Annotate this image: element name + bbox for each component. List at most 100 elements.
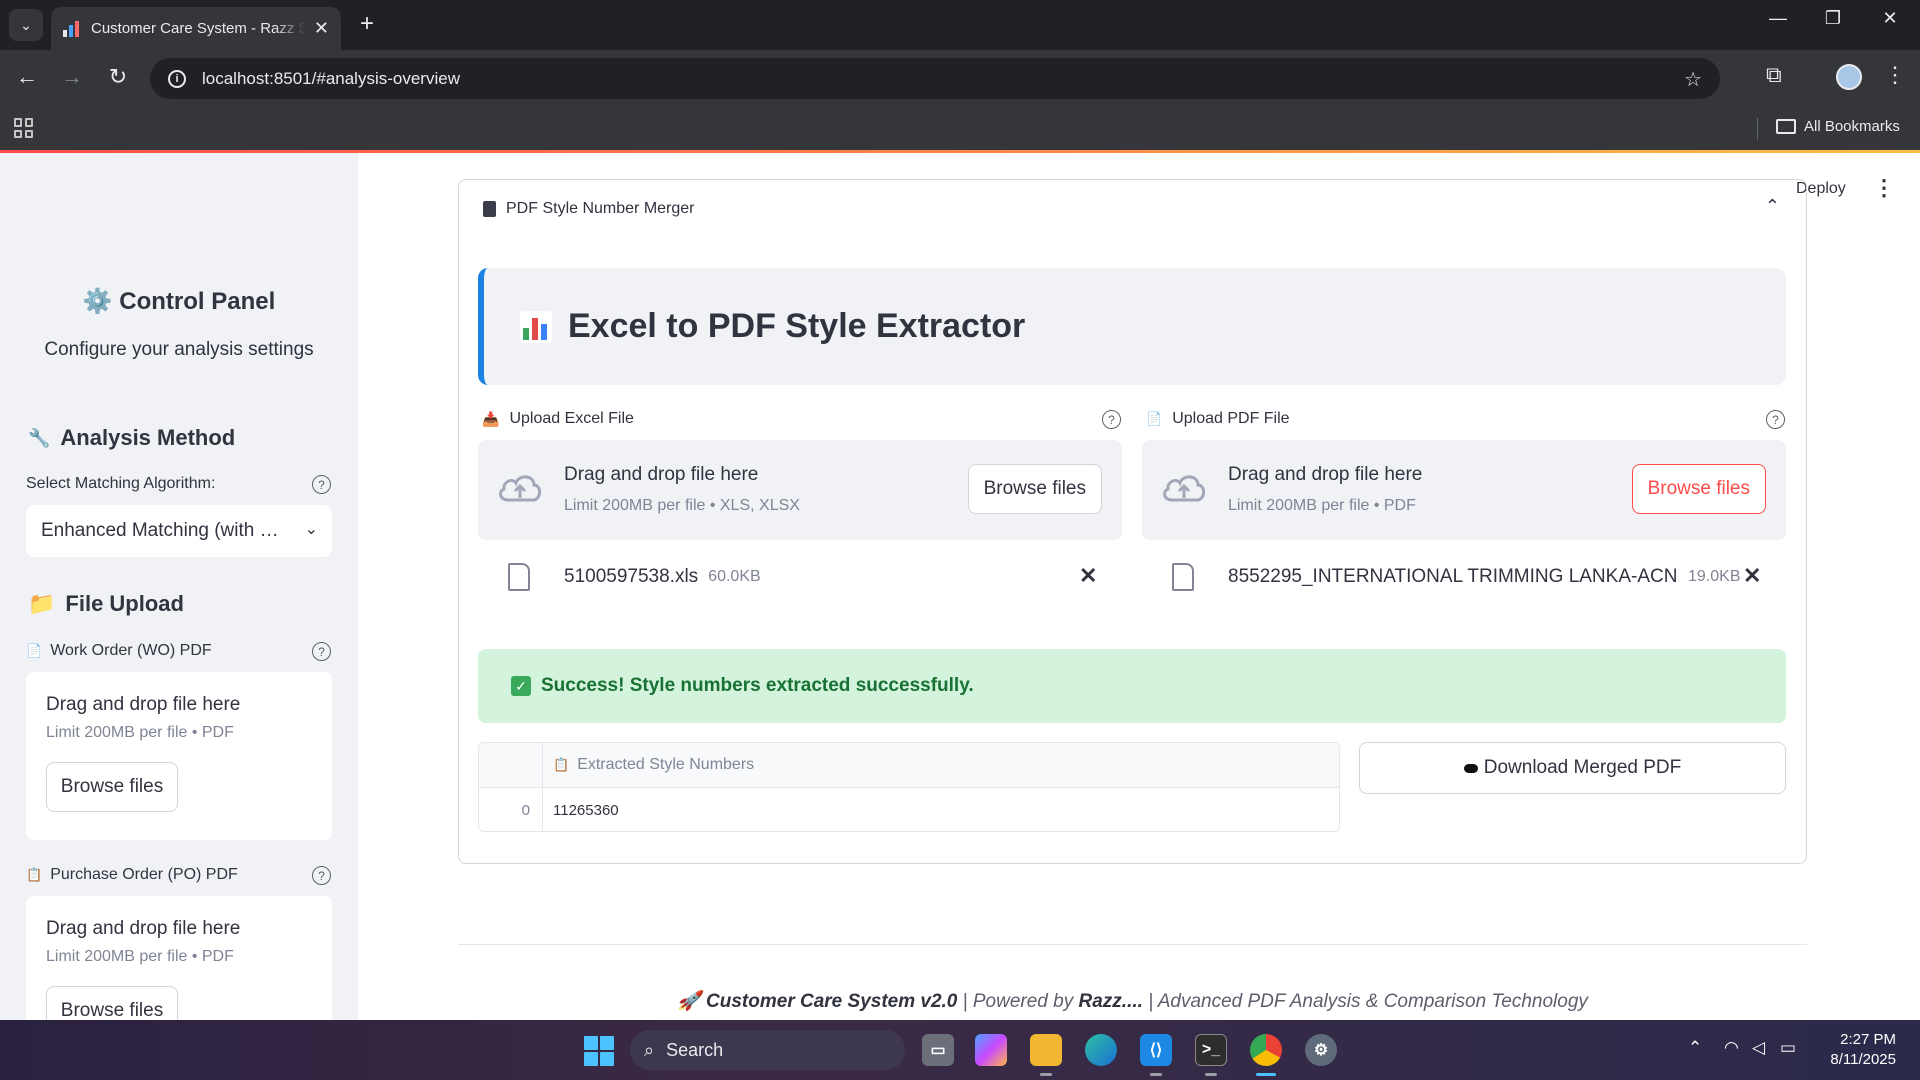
pdf-file-name: 8552295_INTERNATIONAL TRIMMING LANKA-ACN… [1228,566,1678,587]
reload-button[interactable]: ↻ [103,64,133,90]
algorithm-select[interactable]: Enhanced Matching (with … ⌄ [26,505,332,557]
dropzone-limit: Limit 200MB per file • PDF [46,948,234,965]
folder-icon [1776,119,1796,134]
cloud-upload-icon [499,475,542,502]
pdf-browse-files-button[interactable]: Browse files [1631,464,1766,514]
dropzone-limit: Limit 200MB per file • PDF [46,724,234,741]
po-browse-files-button[interactable]: Browse files [46,986,178,1020]
back-button[interactable]: ← [12,64,42,90]
po-pdf-label: 📋 Purchase Order (PO) PDF [26,866,238,884]
site-info-icon[interactable]: i [168,69,186,88]
expander-header[interactable]: PDF Style Number Merger [483,200,695,218]
tab-search-button[interactable]: ⌄ [9,9,43,41]
terminal-icon[interactable]: >_ [1195,1034,1227,1066]
chevron-up-icon[interactable]: ⌃ [1765,196,1780,217]
task-view-icon[interactable]: ▭ [922,1034,954,1066]
algorithm-label: Select Matching Algorithm: [26,475,216,492]
wo-pdf-dropzone[interactable]: Drag and drop file here Limit 200MB per … [26,672,332,840]
copilot-icon[interactable] [975,1034,1007,1066]
tab-close-icon[interactable]: ✕ [314,18,329,39]
battery-icon[interactable]: ▭ [1780,1038,1796,1058]
remove-file-icon[interactable]: ✕ [1079,563,1097,589]
browser-tab-active[interactable]: Customer Care System - Razz Sys ✕ [51,7,341,50]
wifi-icon[interactable]: ◠ [1724,1038,1739,1058]
help-icon[interactable]: ? [1102,410,1121,429]
help-icon[interactable]: ? [312,866,331,885]
browser-toolbar: ← → ↻ i localhost:8501/#analysis-overvie… [0,50,1920,108]
tab-title: Customer Care System - Razz Sys [91,20,306,37]
excel-file-name: 5100597538.xls [564,566,699,587]
bookmarks-bar: All Bookmarks [0,108,1920,150]
analysis-method-text: Analysis Method [60,425,236,450]
forward-button[interactable]: → [57,64,87,90]
expander-title: PDF Style Number Merger [506,200,695,217]
settings-gear-icon[interactable]: ⚙ [1305,1034,1337,1066]
bar-chart-icon [520,310,552,343]
wo-browse-files-button[interactable]: Browse files [46,762,178,812]
download-merged-pdf-button[interactable]: Download Merged PDF [1359,742,1786,794]
search-icon: ⌕ [644,1039,655,1060]
chart-favicon-icon [63,20,79,37]
bookmark-star-icon[interactable]: ☆ [1684,67,1702,92]
document-icon: 📄 [1146,411,1163,426]
extensions-icon[interactable]: ⧉ [1766,62,1782,88]
app-menu-icon[interactable]: ⋮ [1873,175,1895,201]
rocket-icon: 🚀 [677,991,701,1012]
table-header-row: 📋 Extracted Style Numbers [479,743,1339,788]
footer-author: Razz.... [1078,991,1143,1012]
footer-sep: | [962,991,973,1012]
help-icon[interactable]: ? [312,475,331,494]
close-window-button[interactable]: ✕ [1870,8,1910,29]
system-clock[interactable]: 2:27 PM 8/11/2025 [1812,1030,1896,1070]
analysis-method-heading: 🔧 Analysis Method [28,425,235,451]
footer-tagline: Advanced PDF Analysis & Comparison Techn… [1157,991,1588,1012]
edge-icon[interactable] [1085,1034,1117,1066]
browser-tab-bar: ⌄ Customer Care System - Razz Sys ✕ + — … [0,0,1920,50]
vscode-icon[interactable]: ⟨⟩ [1140,1034,1172,1066]
hero-banner: Excel to PDF Style Extractor [478,268,1786,385]
excel-dropzone[interactable]: Drag and drop file here Limit 200MB per … [478,440,1122,540]
footer-powered: Powered by [972,991,1074,1012]
dropzone-text: Drag and drop file here [1228,464,1423,485]
table-cell[interactable]: 11265360 [543,788,1339,831]
minimize-button[interactable]: — [1758,8,1798,29]
apps-grid-icon[interactable] [14,118,34,138]
chevron-up-icon[interactable]: ⌃ [1688,1038,1702,1058]
column-header[interactable]: 📋 Extracted Style Numbers [543,743,1339,787]
excel-upload-label: 📥 Upload Excel File [482,410,634,428]
remove-file-icon[interactable]: ✕ [1743,563,1761,589]
pdf-upload-label-text: Upload PDF File [1172,410,1290,427]
volume-icon[interactable]: ◁ [1752,1038,1765,1058]
wrench-icon: 🔧 [28,427,51,448]
windows-taskbar: ⌕ Search ▭ ⟨⟩ >_ ⚙ ⌃ ◠ ◁ ▭ 2:27 PM 8/11/… [0,1020,1920,1080]
chrome-icon[interactable] [1250,1034,1282,1066]
pdf-dropzone[interactable]: Drag and drop file here Limit 200MB per … [1142,440,1786,540]
browser-menu-icon[interactable]: ⋮ [1884,62,1906,88]
all-bookmarks-label: All Bookmarks [1804,118,1900,135]
pdf-uploaded-file: 8552295_INTERNATIONAL TRIMMING LANKA-ACN… [1172,557,1740,597]
index-header [479,743,543,787]
footer-app: Customer Care System v2.0 [706,991,958,1012]
row-index: 0 [479,788,543,831]
windows-start-icon[interactable] [584,1036,614,1066]
clipboard-icon: 📋 [553,757,570,772]
help-icon[interactable]: ? [1766,410,1785,429]
excel-uploaded-file: 5100597538.xls 60.0KB [508,557,761,597]
clock-time: 2:27 PM [1840,1031,1896,1048]
folder-icon: 📁 [28,591,56,616]
all-bookmarks-button[interactable]: All Bookmarks [1776,118,1900,135]
download-label: Download Merged PDF [1483,757,1682,778]
po-pdf-dropzone[interactable]: Drag and drop file here Limit 200MB per … [26,896,332,1020]
style-numbers-table[interactable]: 📋 Extracted Style Numbers 0 11265360 [478,742,1340,832]
taskbar-search[interactable]: ⌕ Search [630,1030,905,1070]
excel-upload-label-text: Upload Excel File [509,410,634,427]
new-tab-button[interactable]: + [352,10,382,38]
excel-browse-files-button[interactable]: Browse files [967,464,1102,514]
inbox-tray-icon: 📥 [482,410,500,427]
file-explorer-icon[interactable] [1030,1034,1062,1066]
help-icon[interactable]: ? [312,642,331,661]
address-bar[interactable]: i localhost:8501/#analysis-overview ☆ [150,58,1720,99]
profile-avatar[interactable] [1836,64,1862,90]
taskbar-search-label: Search [666,1039,724,1060]
restore-button[interactable]: ❐ [1813,8,1853,29]
